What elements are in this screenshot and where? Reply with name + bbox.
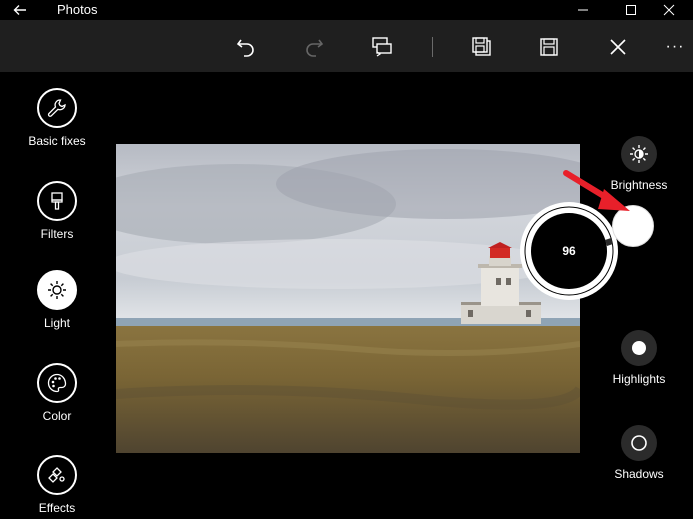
rail-item-filters[interactable]: Filters (18, 181, 96, 241)
highlights-label: Highlights (612, 372, 666, 386)
rail-label: Effects (38, 501, 76, 515)
back-arrow-icon[interactable] (12, 2, 28, 18)
undo-icon[interactable] (233, 34, 259, 60)
rail-label: Light (43, 316, 71, 330)
rail-item-effects[interactable]: Effects (18, 455, 96, 515)
wrench-icon (37, 88, 77, 128)
toolbar-separator (432, 37, 433, 57)
highlights-icon (621, 330, 657, 366)
save-copy-icon[interactable] (469, 34, 495, 60)
title-bar: Photos (0, 0, 693, 20)
shadows-icon (621, 425, 657, 461)
sun-icon (37, 270, 77, 310)
minimize-button[interactable] (560, 0, 606, 20)
highlights-control[interactable]: Highlights (594, 330, 684, 386)
shadows-control[interactable]: Shadows (594, 425, 684, 481)
brush-icon (37, 181, 77, 221)
shadows-label: Shadows (614, 467, 664, 481)
rail-label: Color (42, 409, 72, 423)
more-icon[interactable]: ··· (662, 34, 688, 60)
palette-icon (37, 363, 77, 403)
compare-icon[interactable] (369, 34, 395, 60)
save-icon[interactable] (536, 34, 562, 60)
edit-toolbar: ··· (0, 20, 693, 72)
rail-item-color[interactable]: Color (18, 363, 96, 423)
rail-label: Basic fixes (28, 134, 86, 148)
photo-canvas[interactable] (116, 144, 580, 453)
annotation-arrow-icon (560, 165, 640, 225)
redo-icon (301, 34, 327, 60)
app-title: Photos (57, 2, 98, 17)
effects-icon (37, 455, 77, 495)
window-close-button[interactable] (646, 0, 692, 20)
rail-item-light[interactable]: Light (18, 270, 96, 330)
rail-label: Filters (40, 227, 74, 241)
close-icon[interactable] (605, 34, 631, 60)
rail-item-basic-fixes[interactable]: Basic fixes (18, 88, 96, 148)
